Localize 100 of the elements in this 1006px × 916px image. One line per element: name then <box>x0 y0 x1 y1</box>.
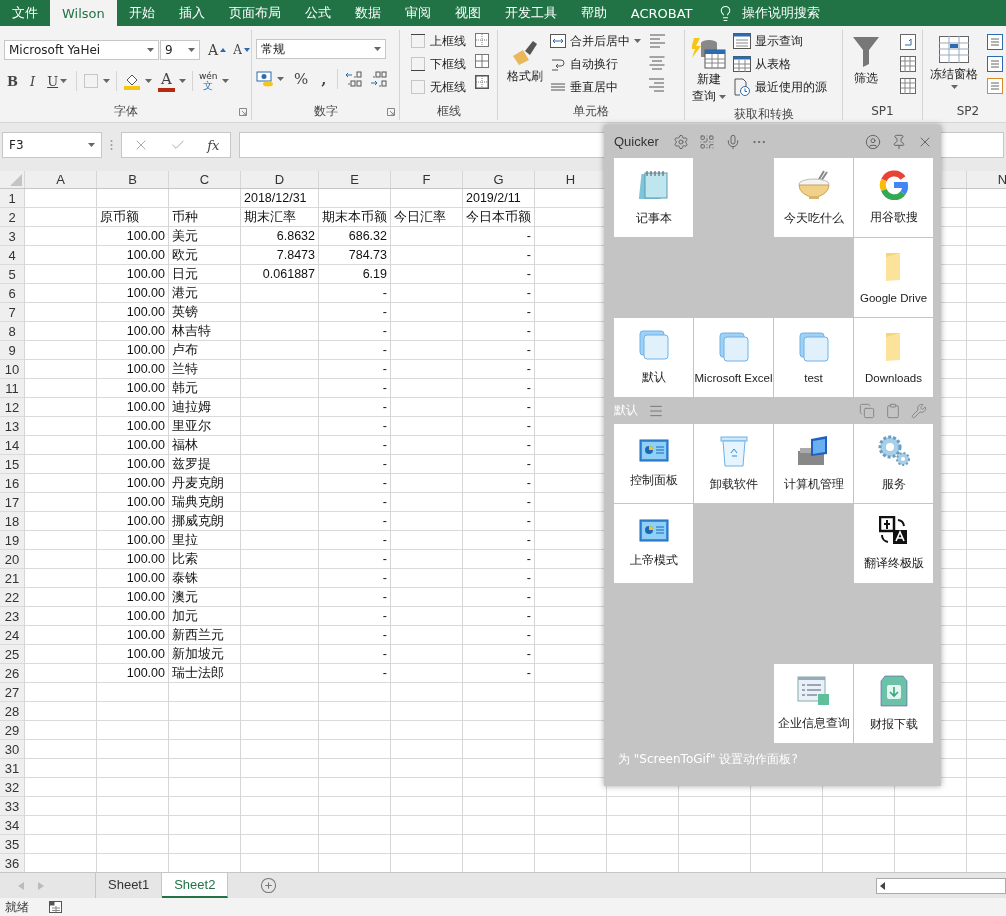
action-tile[interactable]: 今天吃什么 <box>774 158 853 237</box>
row-header[interactable]: 7 <box>0 303 24 321</box>
add-sheet-icon[interactable] <box>260 877 278 894</box>
action-tile[interactable]: 上帝模式 <box>614 504 693 583</box>
row-header[interactable]: 34 <box>0 816 24 834</box>
qr-code-icon[interactable] <box>698 133 715 150</box>
select-all-icon[interactable] <box>10 174 22 186</box>
row-header[interactable]: 18 <box>0 512 24 530</box>
row-header[interactable]: 32 <box>0 778 24 796</box>
font-color-button[interactable]: A <box>158 70 175 92</box>
filter-button[interactable]: 筛选 <box>849 30 883 102</box>
pin-icon[interactable] <box>891 133 907 150</box>
row-header[interactable]: 29 <box>0 721 24 739</box>
format-painter-button[interactable]: 格式刷 <box>504 30 546 102</box>
fill-color-icon[interactable] <box>123 72 142 90</box>
action-tile[interactable]: 企业信息查询 <box>774 664 853 743</box>
action-tile[interactable]: 财报下载 <box>854 664 933 743</box>
freeze-panes-button[interactable]: 冻结窗格 <box>927 30 981 102</box>
action-tile[interactable]: 翻译终极版 <box>854 504 933 583</box>
row-header[interactable]: 5 <box>0 265 24 283</box>
bold-button[interactable]: B <box>4 70 21 92</box>
border-icon[interactable] <box>475 33 489 47</box>
row-header[interactable]: 10 <box>0 360 24 378</box>
shrink-font-button[interactable]: A <box>230 39 253 61</box>
action-tile[interactable]: 记事本 <box>614 158 693 237</box>
action-tile[interactable]: Downloads <box>854 318 933 397</box>
action-tile[interactable]: 默认 <box>614 318 693 397</box>
action-tile[interactable]: Google Drive <box>854 238 933 317</box>
font-size-dropdown[interactable]: 9 <box>160 40 200 60</box>
ribbon-tab[interactable]: 页面布局 <box>216 0 293 26</box>
row-header[interactable]: 22 <box>0 588 24 606</box>
column-header[interactable]: B <box>97 171 168 188</box>
paste-icon[interactable] <box>885 402 901 419</box>
font-name-dropdown[interactable]: Microsoft YaHei <box>4 40 159 60</box>
row-header[interactable]: 30 <box>0 740 24 758</box>
row-header[interactable]: 33 <box>0 797 24 815</box>
increase-decimal-icon[interactable] <box>344 71 363 87</box>
action-tile[interactable]: Microsoft Excel <box>694 318 773 397</box>
insert-function-button[interactable]: fx <box>207 137 220 153</box>
align-center-icon[interactable] <box>649 56 665 70</box>
action-tile[interactable]: 服务 <box>854 424 933 503</box>
name-box[interactable]: F3 <box>2 132 102 158</box>
align-left-icon[interactable] <box>649 34 665 48</box>
border-icon[interactable] <box>475 75 489 89</box>
action-tile[interactable]: test <box>774 318 853 397</box>
ribbon-tab[interactable]: Wilson <box>50 0 117 26</box>
ribbon-tab[interactable]: 开始 <box>116 0 167 26</box>
action-tile[interactable]: 卸载软件 <box>694 424 773 503</box>
column-header[interactable]: D <box>241 171 318 188</box>
cell-format-button[interactable]: 垂直居中 <box>550 76 641 98</box>
row-header[interactable]: 24 <box>0 626 24 644</box>
action-tile[interactable]: 用谷歌搜 <box>854 158 933 237</box>
border-icon[interactable] <box>475 54 489 68</box>
border-option-button[interactable]: 上框线 <box>410 30 466 52</box>
sheet-tool-icon[interactable] <box>987 34 1003 50</box>
ribbon-tab[interactable]: 数据 <box>342 0 393 26</box>
column-header[interactable]: F <box>391 171 462 188</box>
column-header[interactable]: N <box>967 171 1006 188</box>
row-header[interactable]: 14 <box>0 436 24 454</box>
row-header[interactable]: 20 <box>0 550 24 568</box>
new-query-button[interactable]: 新建 查询 <box>689 30 729 106</box>
sheet-tool-icon[interactable] <box>900 78 916 94</box>
tools-icon[interactable] <box>911 402 927 419</box>
sheet-tool-icon[interactable] <box>987 78 1003 94</box>
dialog-launcher-icon[interactable] <box>387 108 395 116</box>
copy-icon[interactable] <box>859 402 875 419</box>
horizontal-scrollbar[interactable] <box>876 878 1006 894</box>
decrease-decimal-icon[interactable] <box>369 71 388 87</box>
cell-format-button[interactable]: 合并后居中 <box>550 30 641 52</box>
border-option-button[interactable]: 无框线 <box>410 76 466 98</box>
row-header[interactable]: 17 <box>0 493 24 511</box>
row-header[interactable]: 23 <box>0 607 24 625</box>
underline-button[interactable]: U <box>44 70 71 92</box>
sheet-tool-icon[interactable] <box>900 56 916 72</box>
sheet-tool-icon[interactable] <box>900 34 916 50</box>
row-header[interactable]: 1 <box>0 189 24 207</box>
row-header[interactable]: 12 <box>0 398 24 416</box>
ribbon-tab[interactable]: ACROBAT <box>618 0 705 26</box>
row-header[interactable]: 36 <box>0 854 24 872</box>
italic-button[interactable]: I <box>27 70 39 92</box>
grow-font-button[interactable]: A <box>205 39 230 61</box>
cell-format-button[interactable]: 自动换行 <box>550 53 641 75</box>
row-header[interactable]: 9 <box>0 341 24 359</box>
row-header[interactable]: 27 <box>0 683 24 701</box>
query-source-button[interactable]: 从表格 <box>733 53 827 75</box>
currency-icon[interactable] <box>256 71 274 87</box>
percent-button[interactable]: % <box>291 68 312 90</box>
border-option-button[interactable]: 下框线 <box>410 53 466 75</box>
comma-button[interactable]: , <box>318 68 330 90</box>
query-source-button[interactable]: 最近使用的源 <box>733 76 827 98</box>
user-icon[interactable] <box>865 133 881 150</box>
row-header[interactable]: 25 <box>0 645 24 663</box>
column-header[interactable]: A <box>25 171 96 188</box>
ribbon-tab[interactable]: 插入 <box>166 0 217 26</box>
row-header[interactable]: 11 <box>0 379 24 397</box>
row-header[interactable]: 8 <box>0 322 24 340</box>
number-format-dropdown[interactable]: 常规 <box>256 39 386 59</box>
macro-record-icon[interactable] <box>49 901 62 913</box>
dialog-launcher-icon[interactable] <box>239 108 247 116</box>
ribbon-tab[interactable]: 公式 <box>292 0 343 26</box>
